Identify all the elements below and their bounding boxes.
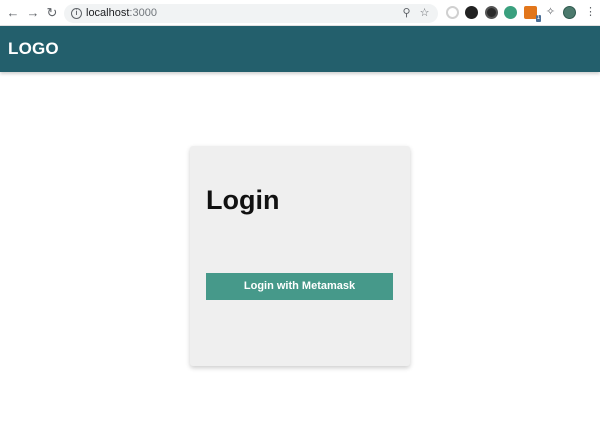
reload-icon[interactable]: ↻ (44, 5, 60, 21)
puzzle-extensions-icon[interactable]: ✧ (544, 6, 557, 19)
extension-green-icon[interactable] (504, 6, 517, 19)
extension-settings-icon[interactable] (485, 6, 498, 19)
url-host: localhost (86, 7, 130, 19)
login-title: Login (206, 185, 280, 215)
url-port: :3000 (129, 7, 157, 19)
extension-circle-icon[interactable] (446, 6, 459, 19)
back-arrow-icon[interactable]: ← (5, 5, 21, 21)
site-info-icon[interactable]: i (71, 8, 82, 19)
bookmark-star-icon[interactable]: ☆ (417, 6, 432, 21)
login-with-metamask-button[interactable]: Login with Metamask (206, 273, 393, 300)
metamask-fox-icon[interactable]: 1 (524, 6, 541, 22)
address-bar[interactable]: i localhost:3000 ⚲ ☆ (64, 4, 438, 23)
logo[interactable]: LOGO (8, 26, 59, 72)
forward-arrow-icon[interactable]: → (25, 5, 41, 21)
browser-toolbar: ← → ↻ i localhost:3000 ⚲ ☆ 1 ✧ ⋮ (0, 0, 600, 26)
app-header: LOGO (0, 26, 600, 72)
zoom-icon[interactable]: ⚲ (399, 6, 414, 21)
url-text[interactable]: localhost:3000 (86, 4, 157, 23)
login-card: Login Login with Metamask (190, 146, 410, 366)
profile-avatar-icon[interactable] (563, 6, 576, 19)
menu-dots-icon[interactable]: ⋮ (585, 6, 596, 19)
extension-badge: 1 (535, 15, 541, 22)
extension-dark-icon[interactable] (465, 6, 478, 19)
